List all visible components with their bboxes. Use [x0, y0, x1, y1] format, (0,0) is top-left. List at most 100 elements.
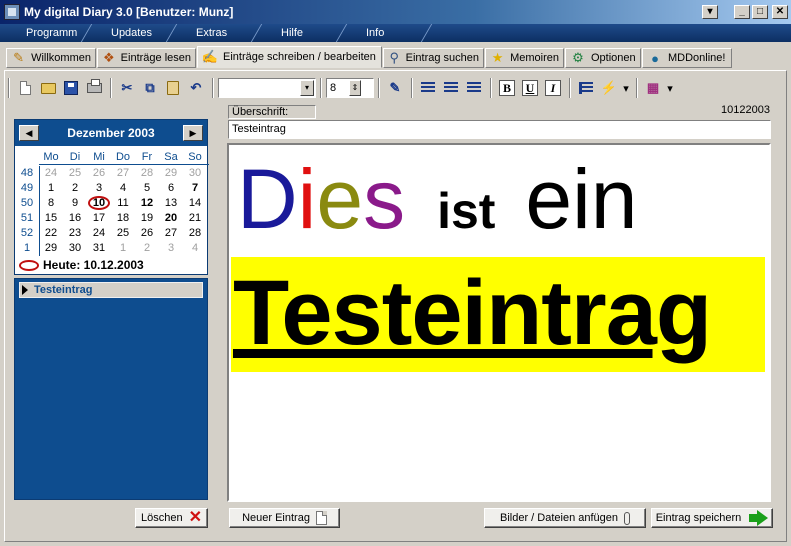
tab-optionen[interactable]: ⚙ Optionen: [565, 48, 641, 68]
calendar-day[interactable]: 11: [111, 197, 135, 209]
editor-text-run: ein: [525, 152, 638, 246]
calendar-day[interactable]: 4: [111, 182, 135, 194]
new-entry-button[interactable]: Neuer Eintrag: [229, 508, 340, 528]
calendar-day[interactable]: 2: [63, 182, 87, 194]
list-item[interactable]: Testeintrag: [19, 282, 203, 298]
calendar-day[interactable]: 3: [159, 242, 183, 254]
calendar-day[interactable]: 28: [183, 227, 207, 239]
align-right-button[interactable]: [463, 77, 485, 99]
lightning-button[interactable]: ⚡: [598, 77, 620, 99]
scissors-icon: ✂: [121, 80, 133, 95]
calendar-day[interactable]: 24: [87, 227, 111, 239]
color-dropdown[interactable]: ▾: [665, 77, 675, 99]
heading-label: Überschrift:: [228, 105, 316, 119]
calendar-day[interactable]: 5: [135, 182, 159, 194]
tab-eintrag-suchen[interactable]: ⚲ Eintrag suchen: [383, 48, 484, 68]
italic-icon: I: [545, 80, 561, 96]
spinner-icon[interactable]: ⇕: [349, 80, 361, 96]
calendar-day[interactable]: 1: [111, 242, 135, 254]
font-size-spinner[interactable]: 8 ⇕: [326, 78, 374, 98]
attach-files-button[interactable]: Bilder / Dateien anfügen: [484, 508, 646, 528]
calendar-day[interactable]: 27: [159, 227, 183, 239]
toolbar-separator: [212, 78, 214, 98]
menu-extras[interactable]: Extras: [170, 24, 255, 42]
italic-button[interactable]: I: [542, 77, 564, 99]
align-center-button[interactable]: [440, 77, 462, 99]
menu-hilfe[interactable]: Hilfe: [255, 24, 340, 42]
toolbar-separator: [411, 78, 413, 98]
font-select[interactable]: ▾: [218, 78, 316, 98]
prev-month-button[interactable]: ◀: [19, 125, 39, 141]
calendar-day[interactable]: 18: [111, 212, 135, 224]
window-menu-button[interactable]: ▾: [702, 5, 718, 19]
color-button[interactable]: ▦: [642, 77, 664, 99]
today-link[interactable]: Heute: 10.12.2003: [19, 258, 144, 272]
calendar-day[interactable]: 28: [135, 167, 159, 179]
calendar-day[interactable]: 30: [183, 167, 207, 179]
chevron-down-icon[interactable]: ▾: [300, 80, 314, 96]
tab-mddonline[interactable]: ● MDDonline!: [642, 48, 732, 68]
menu-info[interactable]: Info: [340, 24, 425, 42]
next-month-button[interactable]: ▶: [182, 125, 203, 141]
calendar-day[interactable]: 31: [87, 242, 111, 254]
calendar-day[interactable]: 19: [135, 212, 159, 224]
calendar-day[interactable]: 14: [183, 197, 207, 209]
calendar-day[interactable]: 23: [63, 227, 87, 239]
calendar-day[interactable]: 7: [183, 182, 207, 194]
calendar-day[interactable]: 29: [159, 167, 183, 179]
calendar-day[interactable]: 20: [159, 212, 183, 224]
tab-memoiren[interactable]: ★ Memoiren: [485, 48, 564, 68]
calendar-day[interactable]: 1: [39, 182, 63, 194]
delete-button-label: Löschen: [141, 512, 183, 524]
new-document-button[interactable]: [14, 77, 36, 99]
calendar-day[interactable]: 26: [87, 167, 111, 179]
save-toolbar-button[interactable]: [60, 77, 82, 99]
delete-button[interactable]: Löschen ✕: [135, 508, 208, 528]
save-entry-button[interactable]: Eintrag speichern: [651, 508, 773, 528]
menu-programm[interactable]: Programm: [0, 24, 85, 42]
copy-button[interactable]: ⧉: [139, 77, 161, 99]
paste-button[interactable]: [162, 77, 184, 99]
calendar-day[interactable]: 16: [63, 212, 87, 224]
cut-button[interactable]: ✂: [116, 77, 138, 99]
print-button[interactable]: [83, 77, 105, 99]
new-document-icon: [19, 81, 31, 95]
menu-updates[interactable]: Updates: [85, 24, 170, 42]
align-left-button[interactable]: [417, 77, 439, 99]
bold-button[interactable]: B: [496, 77, 518, 99]
lightning-dropdown[interactable]: ▾: [621, 77, 631, 99]
calendar-day[interactable]: 26: [135, 227, 159, 239]
rich-text-editor[interactable]: Dies ist ein Testeintrag: [227, 143, 771, 502]
calendar-day[interactable]: 4: [183, 242, 207, 254]
calendar-day[interactable]: 25: [63, 167, 87, 179]
calendar-day[interactable]: 3: [87, 182, 111, 194]
calendar-day[interactable]: 15: [39, 212, 63, 224]
close-button[interactable]: ✕: [772, 5, 788, 19]
calendar-day[interactable]: 9: [63, 197, 87, 209]
heading-input[interactable]: Testeintrag: [228, 120, 771, 139]
calendar-day[interactable]: 21: [183, 212, 207, 224]
minimize-button[interactable]: _: [734, 5, 750, 19]
calendar-day[interactable]: 17: [87, 212, 111, 224]
calendar-day[interactable]: 24: [39, 167, 63, 179]
tab-willkommen[interactable]: ✎ Willkommen: [6, 48, 96, 68]
calendar-day[interactable]: 25: [111, 227, 135, 239]
tab-eintraege-schreiben[interactable]: ✍ Einträge schreiben / bearbeiten: [197, 46, 382, 68]
calendar-day[interactable]: 27: [111, 167, 135, 179]
tab-eintraege-lesen[interactable]: ❖ Einträge lesen: [97, 48, 196, 68]
calendar-day[interactable]: 29: [39, 242, 63, 254]
undo-button[interactable]: ↶: [185, 77, 207, 99]
calendar-day[interactable]: 8: [39, 197, 63, 209]
calendar-day[interactable]: 22: [39, 227, 63, 239]
maximize-button[interactable]: □: [752, 5, 768, 19]
calendar-day[interactable]: 6: [159, 182, 183, 194]
calendar-day[interactable]: 2: [135, 242, 159, 254]
calendar-day[interactable]: 13: [159, 197, 183, 209]
calendar-day[interactable]: 12: [135, 197, 159, 209]
open-button[interactable]: [37, 77, 59, 99]
calendar-day[interactable]: 30: [63, 242, 87, 254]
calendar-day[interactable]: 10: [87, 195, 111, 210]
spellcheck-button[interactable]: ✎: [384, 77, 406, 99]
underline-button[interactable]: U: [519, 77, 541, 99]
bullet-list-button[interactable]: [575, 77, 597, 99]
